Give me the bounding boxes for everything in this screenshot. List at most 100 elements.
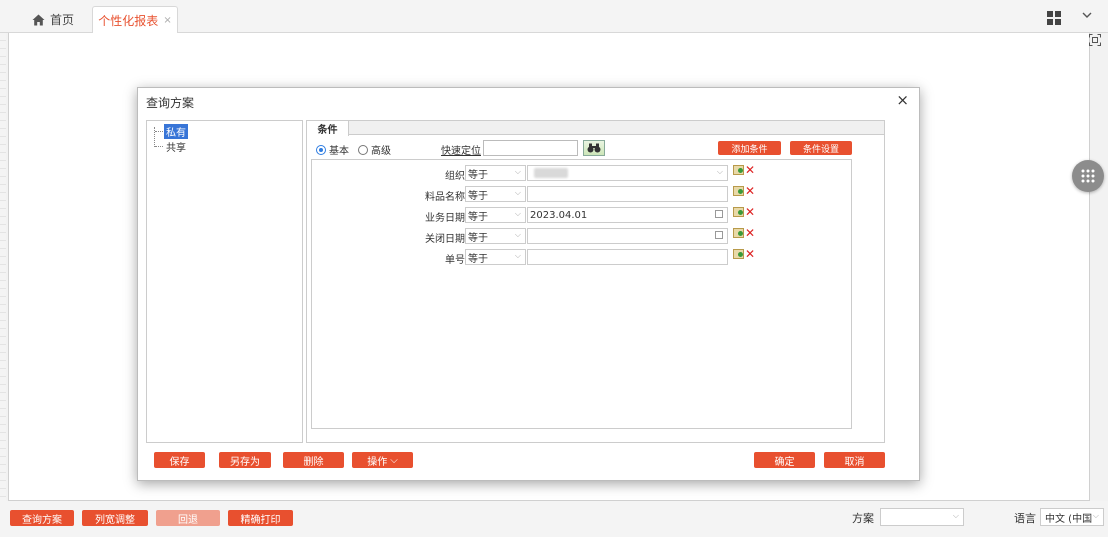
operator-select[interactable]: 等于 ⌵ [465, 249, 526, 265]
row-actions: ✕ [733, 227, 755, 239]
quick-locate-input[interactable] [483, 140, 578, 156]
condition-field-label: 关闭日期 [425, 234, 465, 245]
tree-branch-line [155, 146, 163, 147]
row-actions: ✕ [733, 206, 755, 218]
dialog-close-icon[interactable]: × [896, 91, 909, 109]
plan-select[interactable]: ⌵ [880, 508, 964, 526]
query-plan-dialog: 查询方案 × 私有 共享 条件 基本 高级 快速定位 添加条件 条件设置 组织 … [137, 87, 920, 481]
condition-settings-button[interactable]: 条件设置 [790, 141, 852, 155]
redacted-value [534, 168, 568, 178]
tab-home[interactable]: 首页 [32, 11, 74, 28]
row-actions: ✕ [733, 248, 755, 260]
conditions-tabstrip: 条件 [307, 121, 884, 136]
row-actions: ✕ [733, 185, 755, 197]
delete-row-icon[interactable]: ✕ [745, 206, 755, 218]
fullscreen-icon[interactable] [1089, 34, 1101, 46]
add-row-icon[interactable] [733, 207, 744, 217]
chevron-down-icon: ⌵ [1092, 511, 1099, 520]
add-row-icon[interactable] [733, 186, 744, 196]
tab-home-label: 首页 [50, 13, 75, 27]
condition-field-label: 组织 [445, 171, 465, 182]
quick-locate-label: 快速定位 [441, 146, 481, 157]
radio-basic[interactable] [316, 144, 326, 155]
floating-menu-button[interactable] [1072, 160, 1104, 192]
chevron-down-icon: ⌵ [514, 230, 521, 239]
chevron-down-icon[interactable] [1082, 12, 1092, 18]
condition-value-select[interactable]: ⌵ [527, 165, 728, 181]
condition-field-label: 单号 [445, 255, 465, 266]
calendar-icon[interactable] [715, 210, 723, 218]
binoculars-icon [587, 143, 601, 153]
chevron-down-icon: ⌵ [514, 251, 521, 260]
precise-print-button[interactable]: 精确打印 [228, 510, 293, 526]
add-condition-button[interactable]: 添加条件 [718, 141, 781, 155]
add-row-icon[interactable] [733, 165, 744, 175]
dots-grid-icon [1081, 169, 1095, 183]
operator-select[interactable]: 等于 ⌵ [465, 165, 526, 181]
delete-row-icon[interactable]: ✕ [745, 248, 755, 260]
row-actions: ✕ [733, 164, 755, 176]
chevron-down-icon: ⌵ [514, 209, 521, 218]
chevron-down-icon: ⌵ [514, 188, 521, 197]
left-edge-stripe [0, 33, 6, 503]
cancel-button[interactable]: 取消 [824, 452, 885, 468]
operator-select[interactable]: 等于 ⌵ [465, 228, 526, 244]
tree-branch-line [155, 131, 163, 132]
add-row-icon[interactable] [733, 228, 744, 238]
condition-row: 业务日期 等于 ⌵ 2023.04.01 ✕ [312, 206, 853, 225]
radio-advanced[interactable] [358, 144, 368, 155]
operate-button[interactable]: 操作 ⌵ [352, 452, 413, 468]
binoculars-search-icon[interactable] [583, 140, 605, 156]
tab-conditions[interactable]: 条件 [307, 121, 349, 136]
add-row-icon[interactable] [733, 249, 744, 259]
language-select[interactable]: 中文 (中国 ⌵ [1040, 508, 1104, 526]
tab-personalized-report[interactable]: 个性化报表 × [92, 6, 178, 34]
operator-select[interactable]: 等于 ⌵ [465, 186, 526, 202]
operator-value: 等于 [468, 232, 488, 244]
operator-value: 等于 [468, 169, 488, 181]
condition-field-label: 料品名称 [425, 192, 465, 203]
top-tab-bar: 首页 个性化报表 × [0, 0, 1108, 34]
condition-date-input[interactable] [527, 228, 728, 244]
condition-field-label: 业务日期 [425, 213, 465, 224]
confirm-button[interactable]: 确定 [754, 452, 815, 468]
delete-row-icon[interactable]: ✕ [745, 164, 755, 176]
column-width-button[interactable]: 列宽调整 [82, 510, 148, 526]
mode-radio-group: 基本 高级 [316, 142, 391, 157]
condition-row: 关闭日期 等于 ⌵ ✕ [312, 227, 853, 246]
back-button[interactable]: 回退 [156, 510, 220, 526]
operator-select[interactable]: 等于 ⌵ [465, 207, 526, 223]
condition-row: 组织 等于 ⌵ ⌵ ✕ [312, 164, 853, 183]
chevron-down-icon: ⌵ [952, 511, 959, 520]
condition-row: 单号 等于 ⌵ ✕ [312, 248, 853, 267]
dialog-title: 查询方案 [146, 96, 195, 110]
operator-value: 等于 [468, 190, 488, 202]
conditions-panel: 条件 基本 高级 快速定位 添加条件 条件设置 组织 等于 ⌵ ⌵ ✕ 料品名称… [306, 120, 885, 443]
condition-value-input[interactable] [527, 249, 728, 265]
delete-row-icon[interactable]: ✕ [745, 185, 755, 197]
save-as-button[interactable]: 另存为 [219, 452, 271, 468]
tab-close-icon[interactable]: × [163, 15, 171, 26]
chevron-down-icon: ⌵ [716, 167, 723, 176]
chevron-down-icon: ⌵ [390, 454, 398, 466]
delete-row-icon[interactable]: ✕ [745, 227, 755, 239]
plan-label: 方案 [852, 512, 874, 525]
tree-item-label: 共享 [166, 143, 186, 154]
tree-item-label: 私有 [164, 124, 188, 139]
grid-layout-icon[interactable] [1047, 11, 1061, 25]
chevron-down-icon: ⌵ [514, 167, 521, 176]
calendar-icon[interactable] [715, 231, 723, 239]
operator-value: 等于 [468, 211, 488, 223]
radio-basic-label: 基本 [329, 146, 349, 157]
plan-tree: 私有 共享 [146, 120, 303, 443]
tab-active-label: 个性化报表 [98, 13, 159, 28]
delete-button[interactable]: 删除 [283, 452, 344, 468]
tree-item-shared[interactable]: 共享 [155, 139, 188, 154]
condition-date-input[interactable]: 2023.04.01 [527, 207, 728, 223]
condition-value-input[interactable] [527, 186, 728, 202]
query-plan-button[interactable]: 查询方案 [10, 510, 74, 526]
save-button[interactable]: 保存 [154, 452, 205, 468]
language-select-value: 中文 (中国 [1045, 513, 1093, 525]
tree-item-private[interactable]: 私有 [155, 124, 188, 139]
operate-label: 操作 [367, 456, 388, 468]
